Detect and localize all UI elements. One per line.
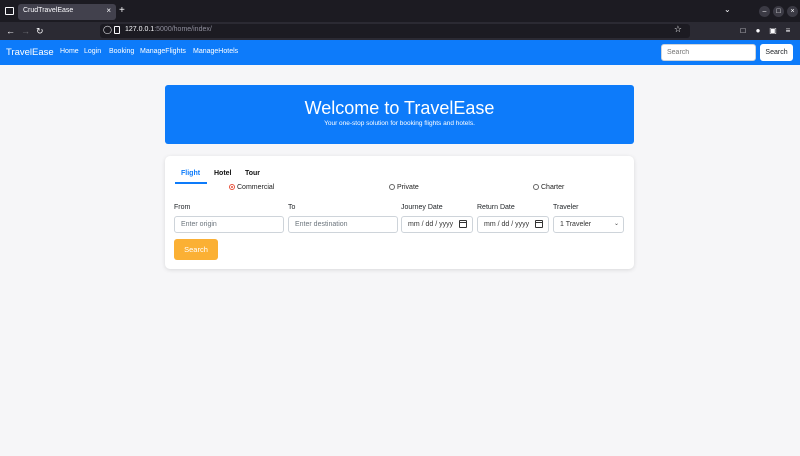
- traveler-select[interactable]: 1 Traveler ⌄: [553, 216, 624, 233]
- radio-label: Charter: [541, 184, 565, 191]
- hero-title: Welcome to TravelEase: [304, 98, 495, 118]
- menu-icon[interactable]: ≡: [783, 25, 793, 36]
- label-to: To: [288, 204, 296, 211]
- close-window-icon[interactable]: ×: [787, 6, 798, 17]
- date-placeholder: mm / dd / yyyy: [408, 221, 454, 228]
- traveler-value: 1 Traveler: [560, 221, 592, 228]
- return-date-input[interactable]: mm / dd / yyyy: [477, 216, 549, 233]
- chevron-down-icon: ⌄: [613, 221, 619, 227]
- site-navbar: TravelEase Home Login Booking ManageFlig…: [0, 40, 800, 65]
- radio-checked-icon[interactable]: [229, 184, 235, 190]
- reload-icon[interactable]: ↻: [36, 25, 44, 37]
- address-bar[interactable]: ◯ 127.0.0.1:5000/home/index/ ☆: [100, 24, 690, 38]
- hero-subtitle: Your one-stop solution for booking fligh…: [324, 120, 475, 127]
- browser-tabstrip: CrudTravelEase × + ⌄ – □ ×: [0, 0, 800, 22]
- account-icon[interactable]: ●: [753, 25, 763, 36]
- nav-link-manage-flights[interactable]: ManageFlights: [140, 48, 186, 55]
- calendar-icon[interactable]: [459, 220, 467, 228]
- journey-date-input[interactable]: mm / dd / yyyy: [401, 216, 473, 233]
- chevron-down-icon[interactable]: ⌄: [724, 5, 731, 14]
- label-journey-date: Journey Date: [401, 204, 443, 211]
- close-tab-icon[interactable]: ×: [106, 6, 111, 15]
- booking-card: Flight Hotel Tour Commercial Private Cha…: [165, 156, 634, 269]
- url-text[interactable]: 127.0.0.1:5000/home/index/: [125, 26, 212, 33]
- label-from: From: [174, 204, 191, 211]
- radio-unchecked-icon[interactable]: [533, 184, 539, 190]
- new-tab-icon[interactable]: +: [119, 5, 125, 17]
- from-input[interactable]: Enter origin: [174, 216, 284, 233]
- back-icon[interactable]: ←: [6, 25, 15, 37]
- shield-icon[interactable]: ◯: [103, 25, 112, 34]
- nav-link-home[interactable]: Home: [60, 48, 79, 55]
- nav-link-booking[interactable]: Booking: [109, 48, 134, 55]
- forward-icon[interactable]: →: [21, 25, 30, 37]
- extensions-icon[interactable]: ▣: [768, 25, 778, 36]
- sidebar-toggle-icon[interactable]: [4, 5, 16, 17]
- nav-search-button[interactable]: Search: [760, 44, 793, 61]
- radio-label: Private: [397, 184, 419, 191]
- tab-tour[interactable]: Tour: [245, 170, 260, 177]
- radio-unchecked-icon[interactable]: [389, 184, 395, 190]
- radio-label: Commercial: [237, 184, 275, 191]
- radio-commercial[interactable]: Commercial: [229, 184, 274, 191]
- browser-tab[interactable]: CrudTravelEase ×: [18, 4, 116, 20]
- label-return-date: Return Date: [477, 204, 515, 211]
- nav-link-login[interactable]: Login: [84, 48, 101, 55]
- browser-tab-title: CrudTravelEase: [23, 7, 74, 14]
- nav-link-manage-hotels[interactable]: ManageHotels: [193, 48, 238, 55]
- page-icon: [114, 26, 120, 34]
- to-input[interactable]: Enter destination: [288, 216, 398, 233]
- radio-charter[interactable]: Charter: [533, 184, 564, 191]
- label-traveler: Traveler: [553, 204, 579, 211]
- nav-search-input[interactable]: [661, 44, 756, 61]
- pocket-icon[interactable]: □: [738, 25, 748, 36]
- tab-hotel[interactable]: Hotel: [214, 170, 232, 177]
- search-button[interactable]: Search: [174, 239, 218, 260]
- brand-logo[interactable]: TravelEase: [6, 47, 54, 58]
- hero-banner: Welcome to TravelEase Your one-stop solu…: [165, 85, 634, 144]
- maximize-icon[interactable]: □: [773, 6, 784, 17]
- minimize-icon[interactable]: –: [759, 6, 770, 17]
- calendar-icon[interactable]: [535, 220, 543, 228]
- bookmark-star-icon[interactable]: ☆: [674, 24, 682, 35]
- radio-private[interactable]: Private: [389, 184, 419, 191]
- active-tab-indicator: [175, 182, 207, 184]
- browser-toolbar: ← → ↻ ◯ 127.0.0.1:5000/home/index/ ☆ □ ●…: [0, 22, 800, 40]
- tab-flight[interactable]: Flight: [181, 170, 200, 177]
- date-placeholder: mm / dd / yyyy: [484, 221, 530, 228]
